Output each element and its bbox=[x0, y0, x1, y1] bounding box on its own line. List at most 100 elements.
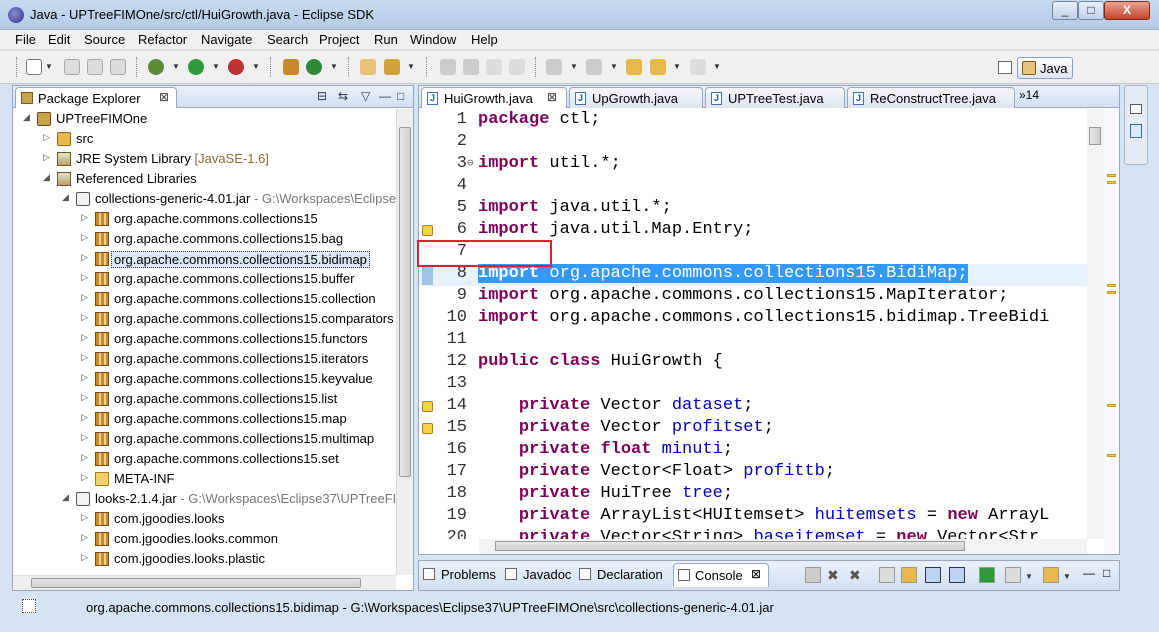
open-console-icon[interactable] bbox=[1043, 567, 1059, 583]
fold-toggle-icon[interactable]: ⊖ bbox=[467, 156, 474, 170]
display-console-dropdown-icon[interactable]: ▼ bbox=[1025, 572, 1033, 581]
warning-marker[interactable] bbox=[1107, 404, 1116, 407]
menu-file[interactable]: File bbox=[15, 32, 36, 47]
code-line[interactable]: 17 private Vector<Float> profittb; bbox=[419, 462, 1087, 484]
menu-search[interactable]: Search bbox=[267, 32, 308, 47]
new-java-package-icon[interactable] bbox=[283, 59, 299, 75]
collapsed-arrow-icon[interactable]: ▷ bbox=[81, 452, 91, 463]
scrollbar-thumb[interactable] bbox=[495, 541, 965, 551]
collapsed-arrow-icon[interactable]: ▷ bbox=[81, 332, 91, 343]
warning-icon[interactable] bbox=[422, 423, 433, 434]
new-dropdown-icon[interactable]: ▼ bbox=[45, 62, 53, 71]
maximize-button[interactable]: □ bbox=[1078, 1, 1104, 20]
code-line[interactable]: 12 public class HuiGrowth { bbox=[419, 352, 1087, 374]
collapsed-arrow-icon[interactable]: ▷ bbox=[81, 252, 91, 263]
warning-marker[interactable] bbox=[1107, 174, 1116, 177]
pin-console-icon[interactable] bbox=[979, 567, 995, 583]
tab-uptreetest-java[interactable]: UPTreeTest.java bbox=[705, 87, 845, 108]
tab-overflow-button[interactable]: »14 bbox=[1019, 88, 1039, 102]
restore-icon[interactable] bbox=[1130, 104, 1142, 114]
menu-run[interactable]: Run bbox=[374, 32, 398, 47]
scrollbar-thumb[interactable] bbox=[31, 578, 361, 588]
editor-vertical-scrollbar[interactable] bbox=[1087, 109, 1104, 539]
code-area[interactable]: 1 package ctl; 2 3 ⊖ import util.*; 4 5 import j… bbox=[419, 109, 1087, 539]
overview-ruler[interactable] bbox=[1104, 109, 1119, 554]
close-icon[interactable]: ⊠ bbox=[547, 90, 557, 104]
tab-problems[interactable]: Problems bbox=[423, 563, 501, 587]
tab-javadoc[interactable]: Javadoc bbox=[505, 563, 575, 587]
save-icon[interactable] bbox=[64, 59, 80, 75]
next-annotation-icon[interactable] bbox=[546, 59, 562, 75]
show-whitespace-icon[interactable] bbox=[486, 59, 502, 75]
forward-icon[interactable] bbox=[690, 59, 706, 75]
close-icon[interactable]: ⊠ bbox=[159, 90, 169, 104]
collapsed-arrow-icon[interactable]: ▷ bbox=[43, 132, 53, 143]
code-line[interactable]: 19 private ArrayList<HUItemset> huitemse… bbox=[419, 506, 1087, 528]
code-line[interactable]: 5 import java.util.*; bbox=[419, 198, 1087, 220]
java-perspective-button[interactable]: Java bbox=[1017, 57, 1073, 79]
warning-marker[interactable] bbox=[1107, 454, 1116, 457]
search-dropdown-icon[interactable]: ▼ bbox=[407, 62, 415, 71]
menu-navigate[interactable]: Navigate bbox=[201, 32, 252, 47]
close-icon[interactable]: ⊠ bbox=[751, 567, 761, 581]
minimize-view-icon[interactable]: — bbox=[379, 89, 391, 103]
new-java-class-icon[interactable] bbox=[306, 59, 322, 75]
scroll-lock-icon[interactable] bbox=[901, 567, 917, 583]
code-line[interactable]: 10 import org.apache.commons.collections1… bbox=[419, 308, 1087, 330]
maximize-view-icon[interactable]: □ bbox=[1103, 566, 1110, 580]
fast-view-icon[interactable] bbox=[22, 599, 36, 613]
display-console-icon[interactable] bbox=[1005, 567, 1021, 583]
show-on-output-icon[interactable] bbox=[925, 567, 941, 583]
warning-marker[interactable] bbox=[1107, 181, 1116, 184]
tab-console[interactable]: Console ⊠ bbox=[673, 563, 769, 587]
collapsed-arrow-icon[interactable]: ▷ bbox=[81, 472, 91, 483]
code-line[interactable]: 9 import org.apache.commons.collections15… bbox=[419, 286, 1087, 308]
external-tools-icon[interactable] bbox=[228, 59, 244, 75]
collapsed-arrow-icon[interactable]: ▷ bbox=[81, 432, 91, 443]
package-explorer-horizontal-scrollbar[interactable] bbox=[13, 575, 396, 590]
collapsed-arrow-icon[interactable]: ▷ bbox=[81, 272, 91, 283]
back-dropdown-icon[interactable]: ▼ bbox=[673, 62, 681, 71]
warning-marker[interactable] bbox=[1107, 291, 1116, 294]
package-explorer-vertical-scrollbar[interactable] bbox=[396, 109, 413, 575]
tab-declaration[interactable]: Declaration bbox=[579, 563, 671, 587]
menu-source[interactable]: Source bbox=[84, 32, 125, 47]
code-line[interactable]: 1 package ctl; bbox=[419, 110, 1087, 132]
clear-console-icon[interactable] bbox=[879, 567, 895, 583]
collapse-all-icon[interactable]: ⊟ bbox=[317, 89, 327, 103]
code-line[interactable]: 15 private Vector profitset; bbox=[419, 418, 1087, 440]
menu-refactor[interactable]: Refactor bbox=[138, 32, 187, 47]
scrollbar-thumb[interactable] bbox=[399, 127, 411, 477]
collapsed-arrow-icon[interactable]: ▷ bbox=[81, 412, 91, 423]
menu-project[interactable]: Project bbox=[319, 32, 359, 47]
tab-huigrowth-java[interactable]: HuiGrowth.java ⊠ bbox=[421, 87, 567, 108]
remove-launch-icon[interactable]: ✖ bbox=[827, 567, 843, 583]
code-line[interactable]: 13 bbox=[419, 374, 1087, 396]
tab-upgrowth-java[interactable]: UpGrowth.java bbox=[569, 87, 703, 108]
open-perspective-icon[interactable] bbox=[998, 61, 1012, 74]
code-line[interactable]: 20 private Vector<String> baseitemset = … bbox=[419, 528, 1087, 539]
collapsed-arrow-icon[interactable]: ▷ bbox=[81, 232, 91, 243]
collapsed-arrow-icon[interactable]: ▷ bbox=[43, 152, 53, 163]
collapsed-arrow-icon[interactable]: ▷ bbox=[81, 312, 91, 323]
tab-package-explorer[interactable]: Package Explorer ⊠ bbox=[15, 87, 177, 108]
minimize-view-icon[interactable]: — bbox=[1083, 566, 1095, 580]
show-on-error-icon[interactable] bbox=[949, 567, 965, 583]
external-tools-dropdown-icon[interactable]: ▼ bbox=[252, 62, 260, 71]
view-menu-icon[interactable]: ▽ bbox=[361, 89, 370, 103]
toggle-breadcrumb-icon[interactable] bbox=[463, 59, 479, 75]
last-edit-location-icon[interactable] bbox=[626, 59, 642, 75]
save-all-icon[interactable] bbox=[87, 59, 103, 75]
minimize-button[interactable]: _ bbox=[1052, 1, 1078, 20]
next-annotation-dropdown-icon[interactable]: ▼ bbox=[570, 62, 578, 71]
collapsed-arrow-icon[interactable]: ▷ bbox=[81, 532, 91, 543]
warning-icon[interactable] bbox=[422, 225, 433, 236]
remove-all-icon[interactable]: ✖ bbox=[849, 567, 865, 583]
code-line[interactable]: 2 bbox=[419, 132, 1087, 154]
menu-window[interactable]: Window bbox=[410, 32, 456, 47]
code-line[interactable]: 4 bbox=[419, 176, 1087, 198]
expanded-arrow-icon[interactable]: ◢ bbox=[23, 112, 33, 123]
run-dropdown-icon[interactable]: ▼ bbox=[212, 62, 220, 71]
code-line[interactable]: 3 ⊖ import util.*; bbox=[419, 154, 1087, 176]
toggle-mark-occurrences-icon[interactable] bbox=[440, 59, 456, 75]
